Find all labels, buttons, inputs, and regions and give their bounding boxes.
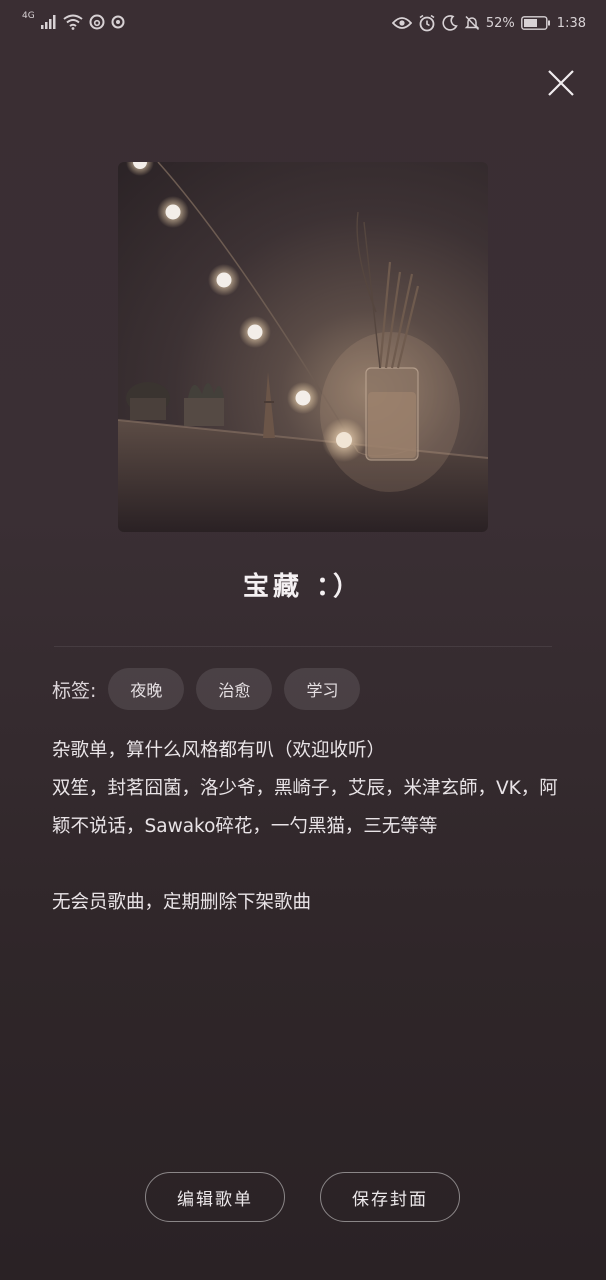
save-cover-button[interactable]: 保存封面 (320, 1172, 460, 1222)
close-button[interactable] (544, 66, 578, 100)
netease-music-icon (89, 14, 105, 30)
moon-icon (442, 15, 458, 31)
battery-icon (520, 16, 551, 30)
tags-label: 标签: (52, 679, 97, 702)
status-bar: 4G 52% 1:38 (0, 0, 606, 52)
status-right: 52% 1:38 (391, 14, 586, 32)
tag-chip[interactable]: 夜晚 (108, 668, 185, 710)
edit-playlist-button[interactable]: 编辑歌单 (145, 1172, 285, 1222)
signal-icon (40, 15, 57, 29)
battery-percent: 52% (485, 15, 515, 31)
playlist-title: 宝藏 ：） (242, 572, 364, 602)
tags-row: 标签: 夜晚 治愈 学习 (52, 668, 372, 710)
clock: 1:38 (556, 15, 586, 31)
tag-chip[interactable]: 学习 (284, 668, 361, 710)
close-icon (548, 70, 574, 96)
eye-comfort-icon (391, 16, 412, 30)
divider (54, 646, 552, 647)
alarm-icon (418, 14, 436, 32)
mute-bell-icon (464, 15, 480, 31)
network-type: 4G (22, 11, 35, 21)
tag-chip[interactable]: 治愈 (196, 668, 273, 710)
status-left: 4G (22, 11, 125, 30)
playlist-description: 杂歌单，算什么风格都有叭（欢迎收听） 双笙，封茗囧菌，洛少爷，黑崎子，艾辰，米津… (52, 740, 558, 913)
record-icon (111, 15, 125, 29)
wifi-icon (63, 14, 83, 30)
playlist-cover-image (118, 162, 488, 532)
